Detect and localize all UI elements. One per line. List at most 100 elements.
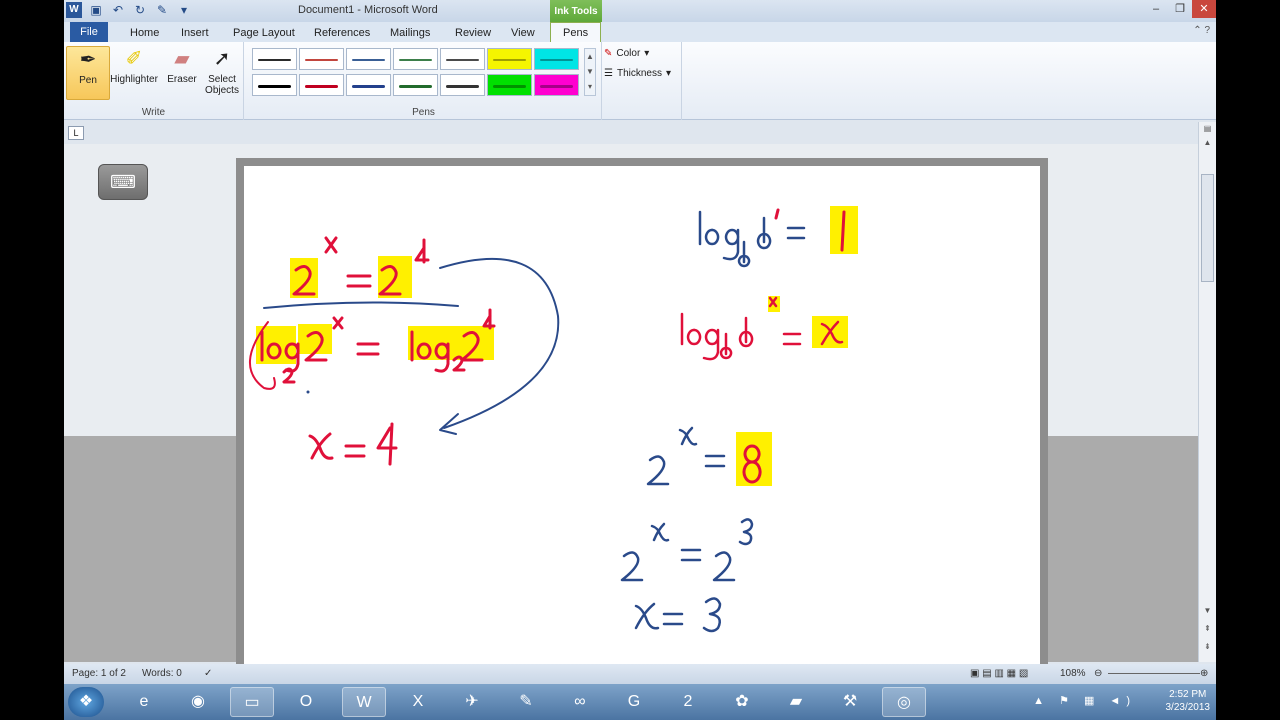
tab-mailings[interactable]: Mailings [390,24,430,42]
clock[interactable]: 2:52 PM 3/23/2013 [1166,688,1211,714]
color-button[interactable]: ✎ Color ▾ [604,48,649,59]
chrome-icon[interactable]: ◎ [882,687,926,717]
ink-underline [263,301,459,309]
ie-icon[interactable]: e [122,687,166,717]
paint-icon[interactable]: ✿ [720,687,764,717]
pen-stroke-icon [446,59,479,61]
folder-icon[interactable]: ▰ [774,687,818,717]
minimize-button[interactable]: – [1144,0,1168,18]
window-title: Document1 - Microsoft Word [298,4,438,16]
zoom-out-icon[interactable]: ⊖ [1094,668,1102,679]
pen-swatch[interactable] [534,48,579,70]
ink-equation-2x-eq-23 [620,518,754,582]
select-objects-button[interactable]: ➚ Select Objects [200,46,244,100]
tab-review[interactable]: Review [455,24,491,42]
word-taskbar-icon[interactable]: W [342,687,386,717]
ink-equation-x-eq-3 [634,597,722,633]
tab-references[interactable]: References [314,24,370,42]
close-button[interactable]: ✕ [1192,0,1216,18]
pen-stroke-icon [352,85,385,88]
save-icon[interactable]: ▣ [88,2,104,18]
maximize-button[interactable]: ❐ [1168,0,1192,18]
thickness-button[interactable]: ☰ Thickness ▾ [604,68,671,79]
app-icon[interactable]: ✈ [450,687,494,717]
ink-equation-2x-eq-8 [646,426,726,486]
tools-icon[interactable]: ⚒ [828,687,872,717]
tab-view[interactable]: View [511,24,535,42]
pen-stroke-icon [305,85,338,88]
view-buttons[interactable]: ▣ ▤ ▥ ▦ ▧ [970,668,1028,679]
quick-access-toolbar: W ▣ ↶ ↻ ✎ ▾ [66,2,192,18]
outlook-icon[interactable]: O [284,687,328,717]
zoom-in-icon[interactable]: ⊕ [1200,668,1208,679]
ink-pen-icon[interactable]: ✎ [154,2,170,18]
pen-swatch[interactable] [346,74,391,96]
scroll-down-arrow-icon[interactable]: ▼ [1199,604,1216,618]
scroll-thumb[interactable] [1201,174,1214,282]
pen-swatch[interactable] [299,74,344,96]
infinity-icon[interactable]: ∞ [558,687,602,717]
scroll-up-arrow-icon[interactable]: ▲ [1199,136,1216,150]
eraser-icon: ▰ [174,48,190,70]
pen-swatch[interactable] [487,48,532,70]
status-bar: Page: 1 of 2 Words: 0 ✓ ▣ ▤ ▥ ▦ ▧ 108% ⊖… [64,664,1216,684]
tab-page-layout[interactable]: Page Layout [233,24,295,42]
tab-pens[interactable]: Pens [550,22,602,43]
app-g-icon[interactable]: G [612,687,656,717]
ribbon: ✒ Pen ✐ Highlighter ▰ Eraser ➚ Select Ob… [64,42,1216,120]
zoom-slider[interactable] [1108,673,1200,674]
keyboard-icon[interactable]: ⌨ [98,164,148,200]
system-tray[interactable]: ▲ ⚑ ▦ ◄) [1033,694,1136,707]
pen-color-icon: ✎ [604,48,613,59]
document-page[interactable] [236,158,1048,678]
page-count[interactable]: Page: 1 of 2 [72,668,126,679]
pen-swatch[interactable] [440,48,485,70]
pens-group: ▲ ▼ ▾ Pens [246,42,602,120]
app-2-icon[interactable]: 2 [666,687,710,717]
pen-stroke-icon [540,85,573,88]
pen-stroke-icon [399,59,432,61]
pen-stroke-icon [493,59,526,61]
redo-icon[interactable]: ↻ [132,2,148,18]
vertical-scrollbar[interactable]: ▤ ▲ ▼ ⇞ ⇟ [1198,122,1216,662]
format-group: ✎ Color ▾ ☰ Thickness ▾ [602,42,682,120]
ribbon-help-icon[interactable]: ⌃ ? [1193,25,1210,36]
pen-app-icon[interactable]: ✎ [504,687,548,717]
pen-swatch[interactable] [346,48,391,70]
word-count[interactable]: Words: 0 [142,668,182,679]
pen-swatch[interactable] [487,74,532,96]
pen-stroke-icon [258,59,291,61]
zoom-level[interactable]: 108% [1060,668,1086,679]
tab-home[interactable]: Home [130,24,159,42]
pen-swatch[interactable] [299,48,344,70]
firefox-icon[interactable]: ◉ [176,687,220,717]
customize-qat-icon[interactable]: ▾ [176,2,192,18]
tab-insert[interactable]: Insert [181,24,209,42]
highlighter-button[interactable]: ✐ Highlighter [110,46,158,100]
pen-swatch[interactable] [393,74,438,96]
pens-group-label: Pens [412,107,435,118]
pen-stroke-icon [258,85,291,88]
pen-swatch[interactable] [440,74,485,96]
pen-swatch[interactable] [252,74,297,96]
excel-icon[interactable]: X [396,687,440,717]
highlight-mark [298,324,332,354]
explorer-icon[interactable]: ▭ [230,687,274,717]
ruler-toggle-icon[interactable]: ▤ [1199,122,1216,136]
tab-file[interactable]: File [70,22,108,42]
document-area: ⌨ [64,144,1198,678]
pen-button[interactable]: ✒ Pen [66,46,110,100]
title-bar: W ▣ ↶ ↻ ✎ ▾ Document1 - Microsoft Word I… [64,0,1216,22]
proofing-icon[interactable]: ✓ [204,668,212,679]
word-logo-icon[interactable]: W [66,2,82,18]
pen-swatch[interactable] [252,48,297,70]
undo-icon[interactable]: ↶ [110,2,126,18]
next-page-icon[interactable]: ⇟ [1199,640,1216,654]
tab-selector[interactable]: L [68,126,84,140]
start-button-icon[interactable]: ❖ [68,687,104,717]
pen-gallery-scroll[interactable]: ▲ ▼ ▾ [584,48,596,96]
eraser-button[interactable]: ▰ Eraser [160,46,204,100]
pen-swatch[interactable] [534,74,579,96]
pen-swatch[interactable] [393,48,438,70]
prev-page-icon[interactable]: ⇞ [1199,622,1216,636]
